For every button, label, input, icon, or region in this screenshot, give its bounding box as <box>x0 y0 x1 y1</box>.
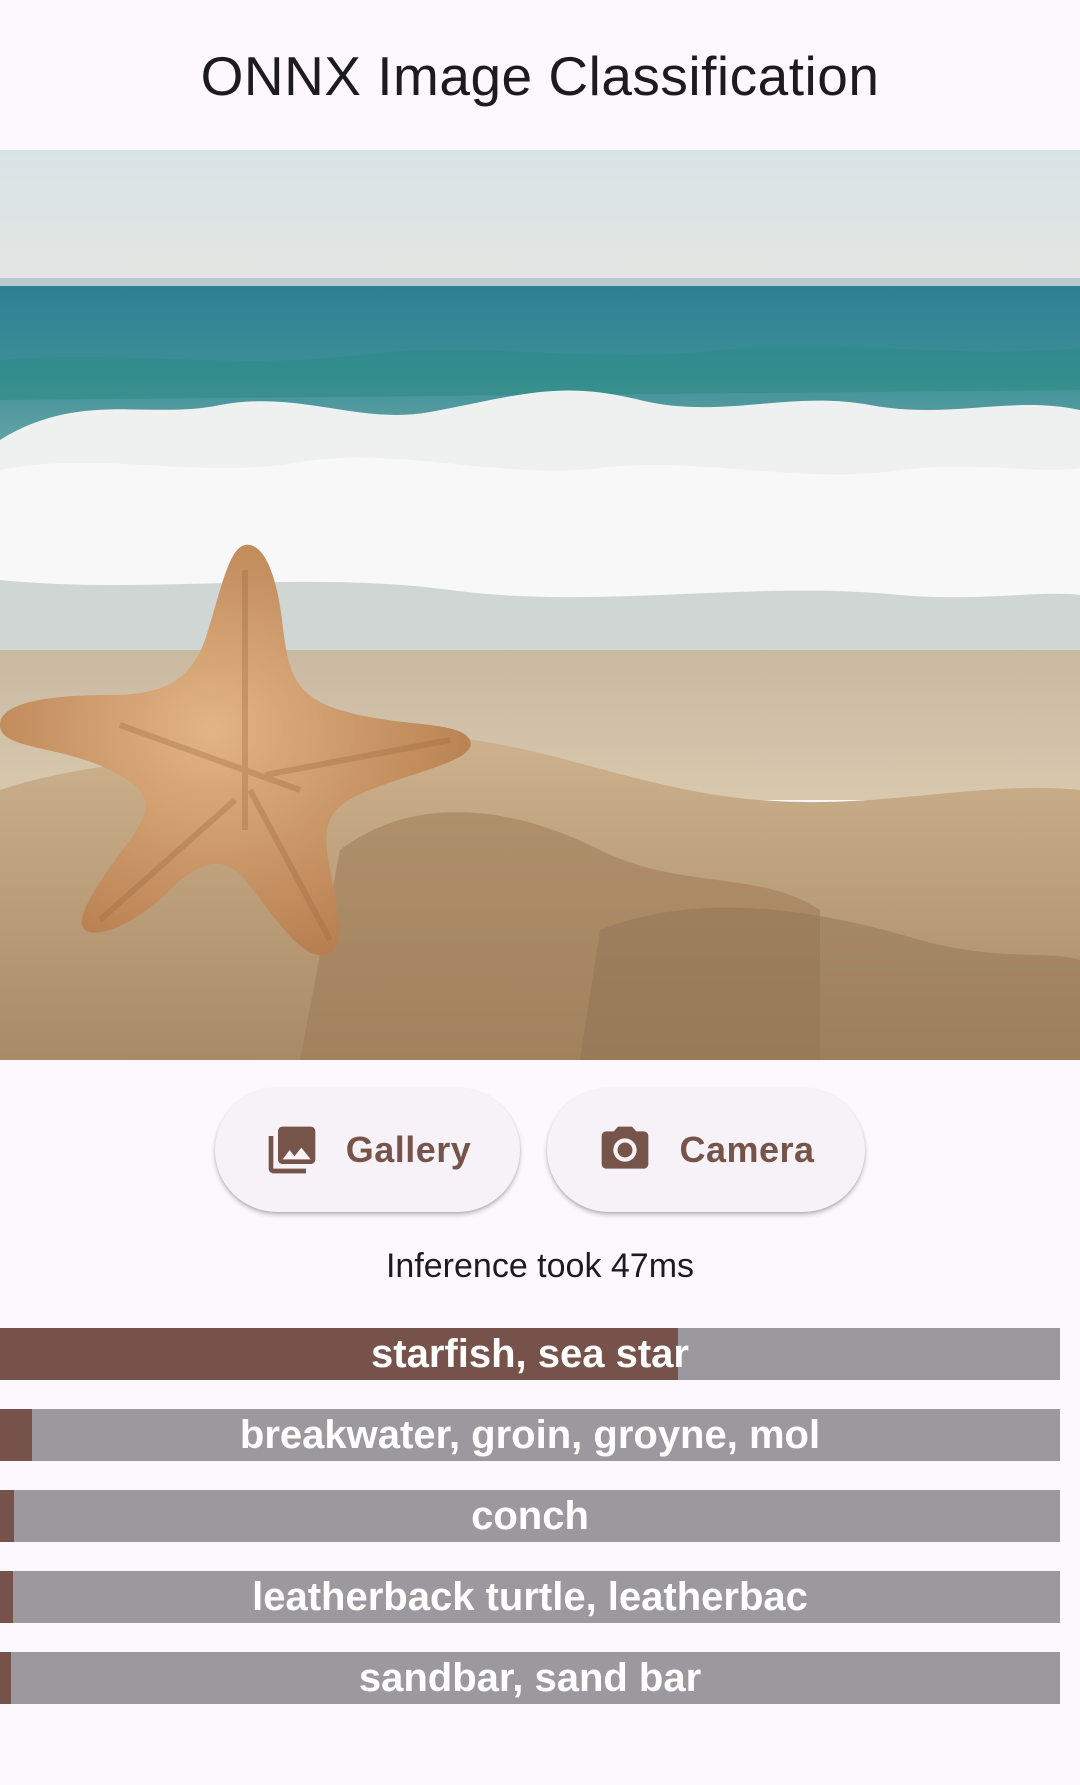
gallery-button[interactable]: Gallery <box>215 1088 520 1212</box>
app-title: ONNX Image Classification <box>200 45 880 107</box>
prediction-label: breakwater, groin, groyne, mol <box>239 1412 821 1457</box>
photo-library-icon <box>264 1122 320 1178</box>
prediction-label: leatherback turtle, leatherbac <box>252 1574 808 1619</box>
prediction-bar: conch <box>0 1490 1060 1542</box>
prediction-bar: breakwater, groin, groyne, mol <box>0 1409 1060 1461</box>
camera-button[interactable]: Camera <box>547 1088 865 1212</box>
prediction-bar: sandbar, sand bar <box>0 1652 1060 1704</box>
camera-button-label: Camera <box>679 1129 815 1170</box>
prediction-results: starfish, sea star breakwater, groin, gr… <box>0 1328 1060 1733</box>
prediction-bar: starfish, sea star <box>0 1328 1060 1380</box>
inference-time-text: Inference took 47ms <box>385 1247 695 1285</box>
prediction-label: conch <box>471 1493 589 1538</box>
gallery-button-label: Gallery <box>345 1129 472 1170</box>
prediction-bar: leatherback turtle, leatherbac <box>0 1571 1060 1623</box>
camera-icon <box>597 1122 653 1178</box>
classified-image <box>0 150 1080 1060</box>
prediction-label: starfish, sea star <box>371 1331 689 1376</box>
prediction-label: sandbar, sand bar <box>358 1655 702 1700</box>
